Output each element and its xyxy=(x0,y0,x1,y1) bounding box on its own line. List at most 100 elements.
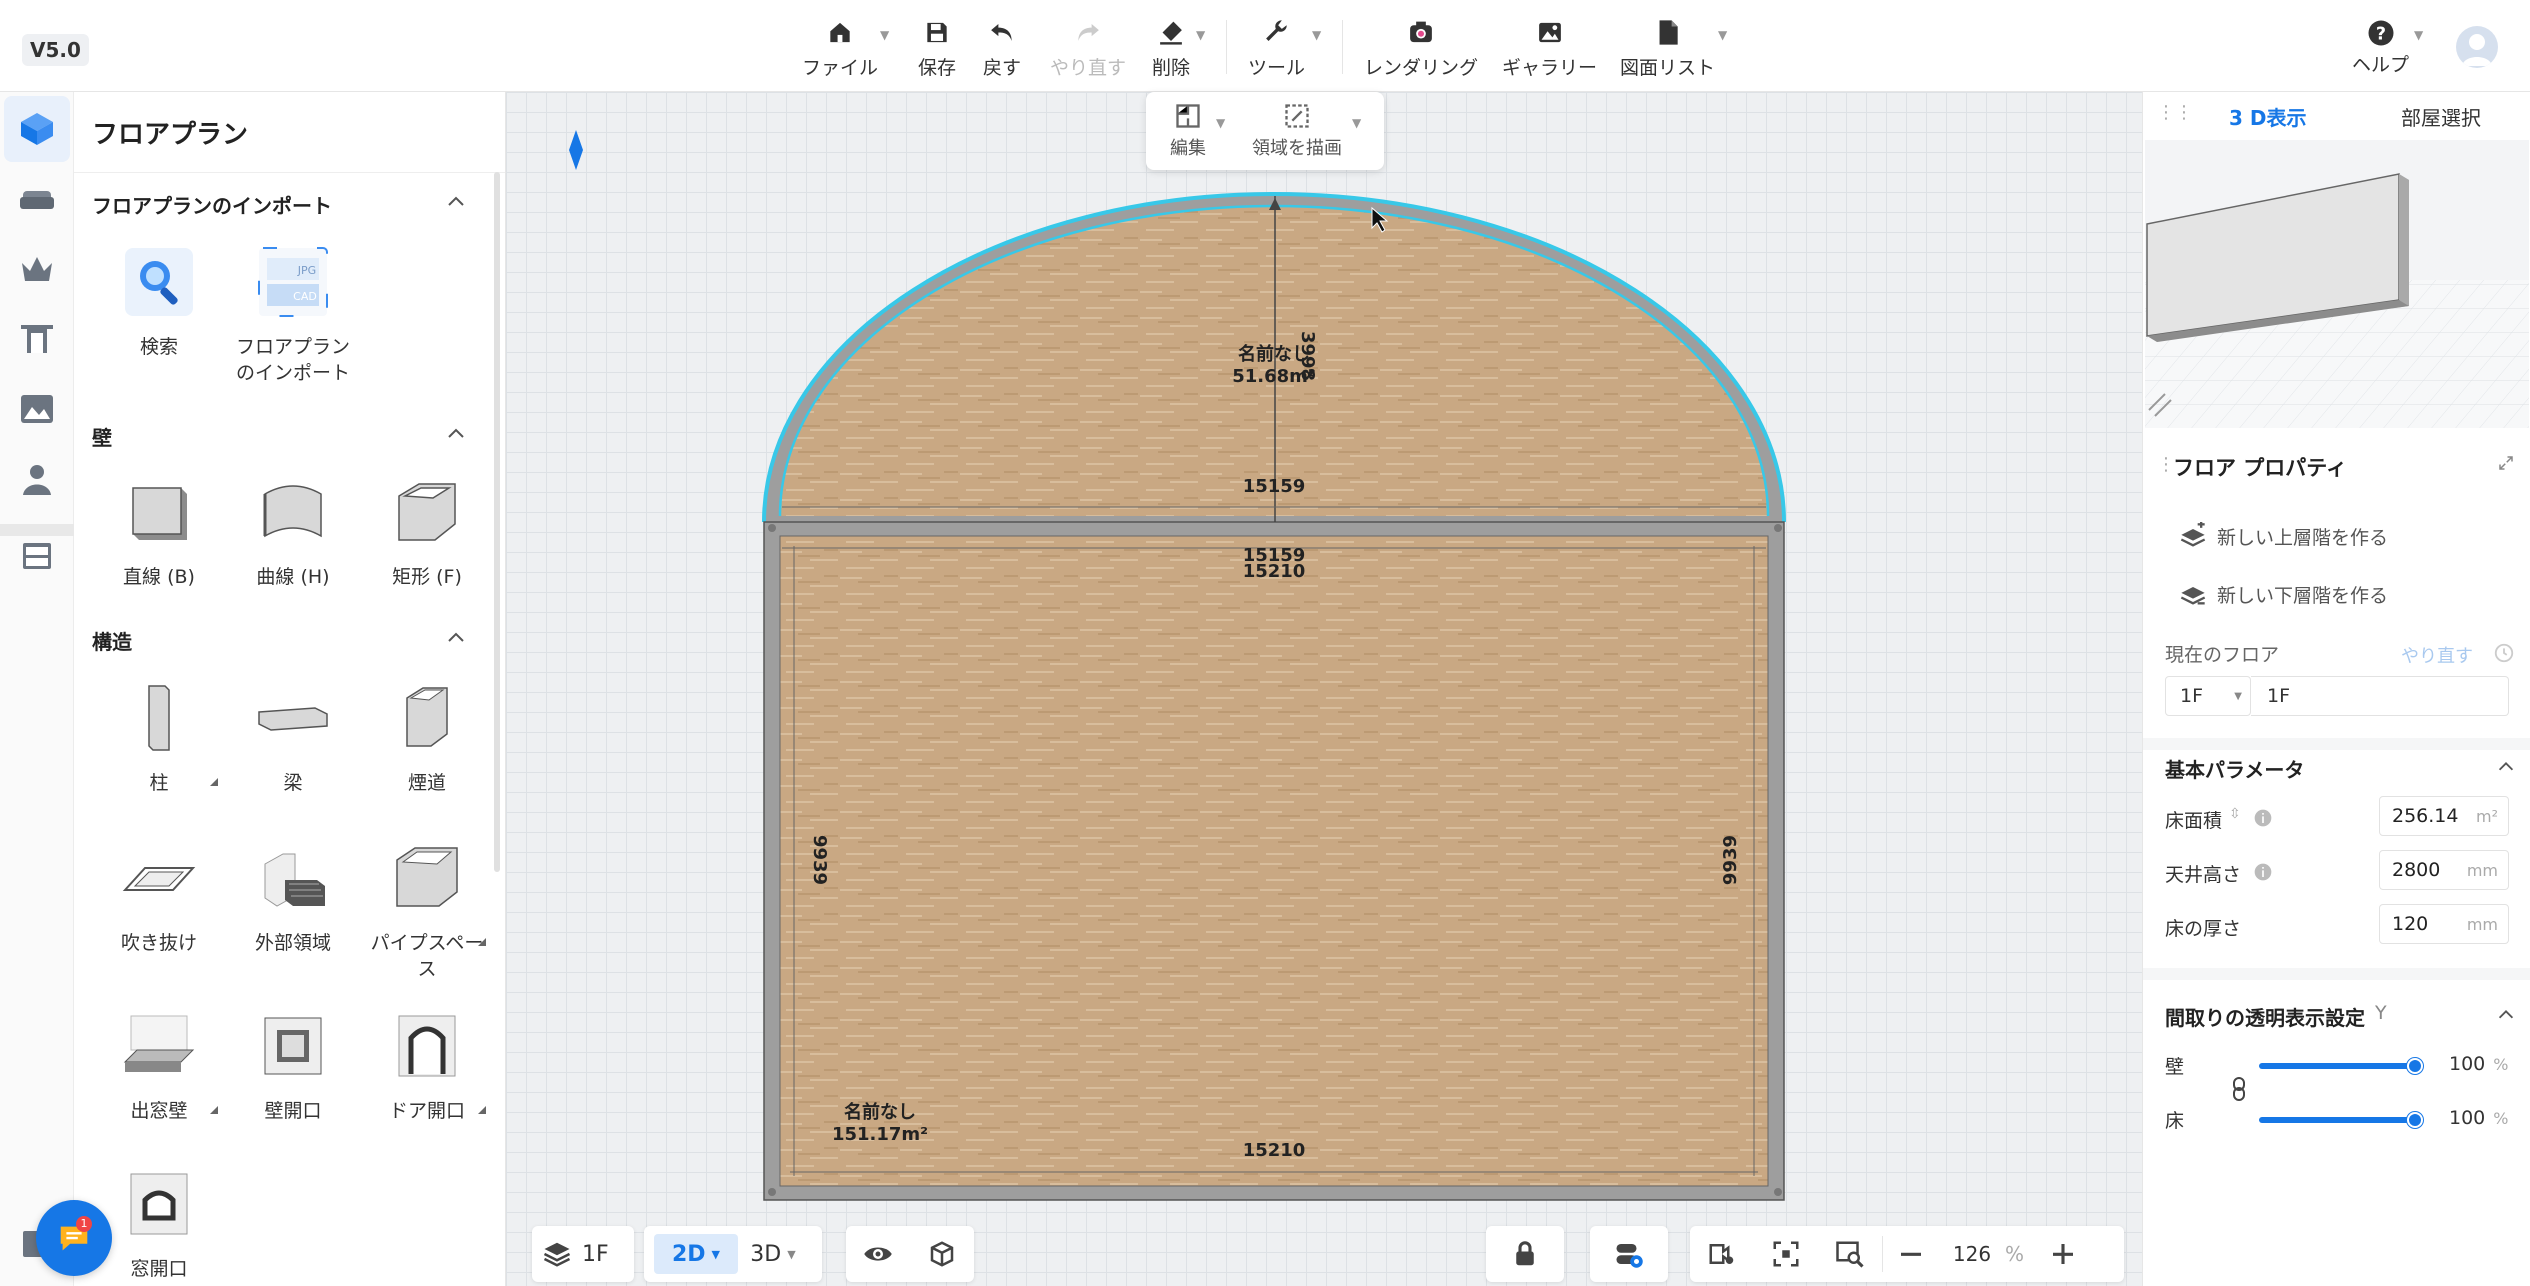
lib-item-search[interactable]: 検索 xyxy=(94,242,224,360)
display-settings-button[interactable] xyxy=(1590,1226,1668,1282)
version-badge: V5.0 xyxy=(22,34,89,66)
edit-caret-icon[interactable]: ▼ xyxy=(1216,116,1225,130)
chevron-up-icon[interactable] xyxy=(444,422,468,446)
delete-caret-icon[interactable]: ▼ xyxy=(1196,28,1205,42)
redo-button[interactable]: やり直す xyxy=(1050,18,1126,80)
floor-slider-knob[interactable] xyxy=(2407,1112,2423,1128)
save-button[interactable]: 保存 xyxy=(918,18,956,80)
floor-thickness-field[interactable]: 120 mm xyxy=(2379,904,2509,944)
edit-button[interactable]: 編集 xyxy=(1170,102,1206,160)
new-upper-floor-button[interactable]: 新しい上層階を作る xyxy=(2179,522,2388,550)
lib-item-straight-wall[interactable]: 直線 (B) xyxy=(94,472,224,590)
tab-3d-view[interactable]: 3 D表示 xyxy=(2229,102,2306,131)
lib-item-pipe-space[interactable]: パイプスペース xyxy=(362,838,492,982)
undo-button[interactable]: 戻す xyxy=(983,18,1021,80)
lock-button[interactable] xyxy=(1486,1226,1564,1282)
drawings-caret-icon[interactable]: ▼ xyxy=(1718,28,1727,42)
clock-icon[interactable] xyxy=(2493,642,2515,664)
lib-item-import[interactable]: JPG CAD フロアプラン のインポート xyxy=(228,242,358,386)
info-icon[interactable] xyxy=(2253,862,2273,882)
rail-decor[interactable] xyxy=(4,236,70,302)
draw-area-button[interactable]: 領域を描画 xyxy=(1252,102,1342,160)
floor-switcher[interactable]: 1F xyxy=(532,1226,634,1282)
floor-name-value: 1F xyxy=(2267,685,2291,707)
lib-item-bay-window[interactable]: 出窓壁 xyxy=(94,1006,224,1124)
chevron-up-icon[interactable] xyxy=(2495,1004,2517,1026)
info-icon[interactable] xyxy=(2253,808,2273,828)
zoom-input[interactable]: 126 xyxy=(1939,1226,2005,1282)
sort-icon[interactable]: ⇳ xyxy=(2229,806,2241,822)
wall-transparency-field[interactable]: 100 % xyxy=(2449,1046,2509,1082)
drawings-list-button[interactable]: 図面リスト xyxy=(1620,18,1715,80)
gallery-button[interactable]: ギャラリー xyxy=(1502,18,1597,80)
avatar[interactable] xyxy=(2456,26,2498,68)
lib-item-rect-wall[interactable]: 矩形 (F) xyxy=(362,472,492,590)
tools-caret-icon[interactable]: ▼ xyxy=(1312,28,1321,42)
lib-item-atrium[interactable]: 吹き抜け xyxy=(94,838,224,956)
file-menu-button[interactable]: ファイル xyxy=(802,18,878,80)
expand-corner-icon[interactable] xyxy=(210,778,218,786)
redo-floor-link[interactable]: やり直す xyxy=(2401,642,2473,668)
tools-menu-button[interactable]: ツール xyxy=(1248,18,1305,80)
mode-2d-button[interactable]: 2D ▼ xyxy=(654,1234,738,1274)
tab-room-select[interactable]: 部屋選択 xyxy=(2401,102,2481,131)
link-icon[interactable] xyxy=(2229,1076,2249,1102)
chevron-up-icon[interactable] xyxy=(444,190,468,214)
file-caret-icon[interactable]: ▼ xyxy=(880,28,889,42)
chevron-up-icon[interactable] xyxy=(444,626,468,650)
zoom-area-icon xyxy=(1836,1241,1864,1268)
rendering-button[interactable]: レンダリング xyxy=(1364,18,1478,80)
3d-preview[interactable] xyxy=(2145,140,2529,428)
draw-area-caret-icon[interactable]: ▼ xyxy=(1352,116,1361,130)
rail-landscape[interactable] xyxy=(4,376,70,442)
mode-3d-button[interactable]: 3D ▼ xyxy=(738,1226,808,1282)
ceiling-height-field[interactable]: 2800 mm xyxy=(2379,850,2509,890)
lib-item-beam[interactable]: 梁 xyxy=(228,678,358,796)
floor-name-input[interactable]: 1F xyxy=(2251,676,2509,716)
floorplan-drawing[interactable]: 15159 3998 15159 15210 15210 9939 9939 名… xyxy=(506,92,2142,1286)
rect-room-floor[interactable] xyxy=(780,536,1768,1186)
visibility-button[interactable] xyxy=(846,1226,910,1282)
wall-opening-icon xyxy=(264,1017,322,1075)
lib-item-window-opening[interactable]: 窓開口 xyxy=(94,1164,224,1282)
lib-item-door-opening[interactable]: ドア開口 xyxy=(362,1006,492,1124)
chevron-up-icon[interactable] xyxy=(2495,756,2517,778)
zoom-area-button[interactable] xyxy=(1818,1226,1882,1282)
rail-floorplan[interactable] xyxy=(4,96,70,162)
help-caret-icon[interactable]: ▼ xyxy=(2414,28,2423,42)
floor-select[interactable]: 1F ▼ xyxy=(2165,676,2251,716)
lib-item-flue[interactable]: 煙道 xyxy=(362,678,492,796)
new-lower-floor-button[interactable]: 新しい下層階を作る xyxy=(2179,580,2388,608)
cube-view-button[interactable] xyxy=(910,1226,974,1282)
lib-item-wall-opening[interactable]: 壁開口 xyxy=(228,1006,358,1124)
expand-corner-icon[interactable] xyxy=(478,938,486,946)
zoom-in-button[interactable] xyxy=(2035,1226,2091,1282)
zoom-group: 126 % xyxy=(1690,1226,2124,1282)
drag-handle-icon[interactable]: ⋮⋮ xyxy=(2157,102,2193,123)
rail-doors[interactable] xyxy=(4,306,70,372)
floorplan-canvas[interactable]: 15159 3998 15159 15210 15210 9939 9939 名… xyxy=(506,92,2142,1286)
delete-button[interactable]: 削除 xyxy=(1152,18,1190,80)
expand-icon[interactable] xyxy=(2497,454,2515,472)
chat-badge: 1 xyxy=(76,1216,92,1232)
floor-transparency-field[interactable]: 100 % xyxy=(2449,1100,2509,1136)
fit-view-button[interactable] xyxy=(1754,1226,1818,1282)
library-scrollbar[interactable] xyxy=(494,172,500,872)
zoom-out-button[interactable] xyxy=(1883,1226,1939,1282)
wall-transparency-slider[interactable] xyxy=(2259,1063,2413,1069)
help-button[interactable]: ? ヘルプ xyxy=(2352,18,2409,80)
lib-item-column[interactable]: 柱 xyxy=(94,678,224,796)
lib-item-curved-wall[interactable]: 曲線 (H) xyxy=(228,472,358,590)
lib-item-label: フロアプラン のインポート xyxy=(235,336,350,384)
chat-button[interactable] xyxy=(36,1200,112,1276)
rail-furniture[interactable] xyxy=(4,166,70,232)
floor-area-field[interactable]: 256.14 m² xyxy=(2379,796,2509,836)
expand-corner-icon[interactable] xyxy=(210,1106,218,1114)
rail-cabinet[interactable] xyxy=(4,522,70,588)
wall-slider-knob[interactable] xyxy=(2407,1058,2423,1074)
rail-people[interactable] xyxy=(4,446,70,512)
lib-item-exterior[interactable]: 外部領域 xyxy=(228,838,358,956)
view-settings-button[interactable] xyxy=(1690,1226,1754,1282)
expand-corner-icon[interactable] xyxy=(478,1106,486,1114)
floor-transparency-slider[interactable] xyxy=(2259,1117,2413,1123)
